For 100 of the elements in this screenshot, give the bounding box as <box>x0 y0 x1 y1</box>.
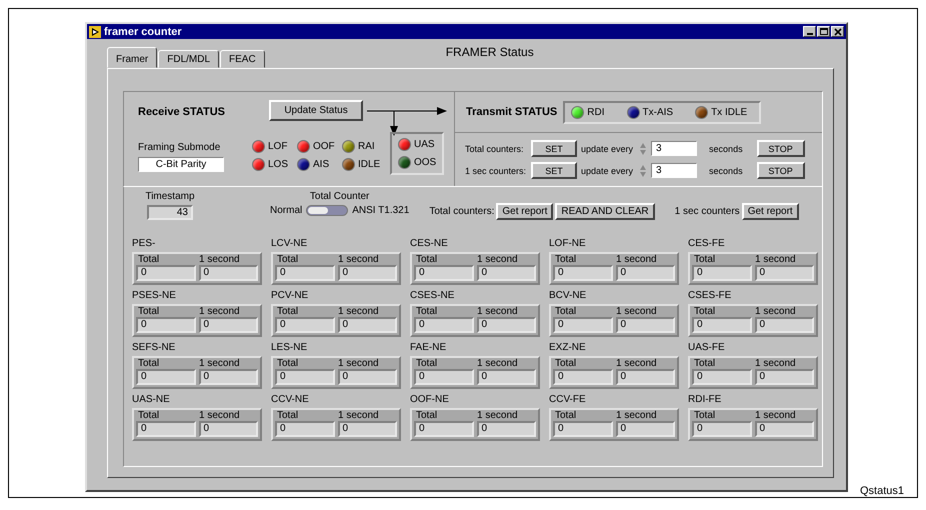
lamp-label: OOS <box>414 157 436 168</box>
counter-name: LCV-NE <box>271 238 308 249</box>
column-label: 1 second <box>754 410 797 421</box>
field-label: update every <box>581 166 634 176</box>
column-label: Total <box>554 306 578 317</box>
counter-name: CES-NE <box>410 238 449 249</box>
counter-name: PCV-NE <box>271 290 310 301</box>
one-second-field: 0 <box>338 265 397 281</box>
report-button[interactable]: Get report <box>742 203 799 220</box>
one-second-field: 0 <box>754 421 814 437</box>
counter-name: LOF-NE <box>549 238 587 249</box>
column-label: Total <box>415 410 438 421</box>
minimize-button[interactable] <box>803 26 816 37</box>
figure-caption: Qstatus1 <box>858 485 906 497</box>
row-label: Total counters: <box>429 206 494 217</box>
maximize-button[interactable] <box>817 26 830 37</box>
counter-name: LES-NE <box>271 342 308 353</box>
panel-heading: FRAMER Status <box>446 45 534 59</box>
row-label: 1 sec counters: <box>465 166 527 176</box>
one-second-field: 0 <box>476 369 536 385</box>
close-button[interactable] <box>831 26 844 37</box>
one-second-field: 0 <box>616 265 675 281</box>
one-second-field: 0 <box>198 421 258 437</box>
total-field: 0 <box>553 265 612 281</box>
total-field: 0 <box>692 265 752 281</box>
tab[interactable]: FEAC <box>220 50 265 68</box>
total-field: 0 <box>692 369 752 385</box>
report-button[interactable]: READ AND CLEAR <box>555 203 655 220</box>
report-button[interactable]: Get report <box>496 203 554 220</box>
timestamp-field: 43 <box>147 205 193 220</box>
set-button[interactable]: SET <box>531 140 577 157</box>
tab[interactable]: FDL/MDL <box>158 50 220 68</box>
lamp-label: LOF <box>268 141 288 152</box>
column-label: 1 second <box>337 254 380 265</box>
one-second-field: 0 <box>616 369 675 385</box>
column-label: Total <box>276 358 300 369</box>
counter-name: EXZ-NE <box>549 342 587 353</box>
total-field: 0 <box>414 369 474 385</box>
column-label: 1 second <box>615 306 658 317</box>
counter-name: CSES-FE <box>688 290 732 301</box>
column-label: 1 second <box>476 410 519 421</box>
field-label: Total Counter <box>310 191 370 202</box>
column-label: Total <box>137 306 160 317</box>
total-field: 0 <box>414 317 474 333</box>
column-label: 1 second <box>337 358 380 369</box>
one-second-field: 0 <box>338 369 397 385</box>
total-field: 0 <box>275 265 334 281</box>
counter-name: CCV-FE <box>549 394 587 405</box>
column-label: Total <box>137 358 160 369</box>
column-label: Total <box>415 306 438 317</box>
counter-name: PSES-NE <box>132 290 177 301</box>
total-field: 0 <box>136 421 196 437</box>
number-field[interactable]: 3 <box>651 163 698 178</box>
switch-label: ANSI T1.321 <box>352 205 410 216</box>
counter-name: CES-FE <box>688 238 726 249</box>
lamp-label: RAI <box>358 141 375 152</box>
unit-label: seconds <box>709 166 743 176</box>
column-label: 1 second <box>754 358 797 369</box>
lamp-label: IDLE <box>358 159 380 170</box>
one-second-field: 0 <box>198 265 258 281</box>
one-second-field: 0 <box>616 317 675 333</box>
one-second-field: 0 <box>476 421 536 437</box>
lamp-label: Tx-AIS <box>642 106 674 118</box>
column-label: 1 second <box>476 306 519 317</box>
section-title: Receive STATUS <box>138 106 226 118</box>
one-second-field: 0 <box>338 421 397 437</box>
column-label: Total <box>693 306 716 317</box>
counter-name: UAS-FE <box>688 342 726 353</box>
total-field: 0 <box>275 421 334 437</box>
lamp-label: Tx IDLE <box>711 106 748 118</box>
total-field: 0 <box>553 369 612 385</box>
column-label: 1 second <box>476 254 519 265</box>
column-label: 1 second <box>198 358 241 369</box>
row-label: Total counters: <box>465 144 525 154</box>
field-label: Timestamp <box>145 191 195 202</box>
counter-name: SEFS-NE <box>132 342 176 353</box>
number-field[interactable]: 3 <box>651 141 698 156</box>
stop-button[interactable]: STOP <box>756 140 805 157</box>
lamp-label: RDI <box>587 106 605 118</box>
toggle-switch[interactable] <box>306 205 348 216</box>
total-field: 0 <box>136 265 196 281</box>
counter-name: BCV-NE <box>549 290 588 301</box>
total-field: 0 <box>136 369 196 385</box>
set-button[interactable]: SET <box>531 162 577 179</box>
column-label: 1 second <box>198 306 241 317</box>
one-second-field: 0 <box>754 317 814 333</box>
stop-button[interactable]: STOP <box>756 162 805 179</box>
tab[interactable]: Framer <box>107 47 158 68</box>
column-label: Total <box>276 254 300 265</box>
column-label: 1 second <box>754 306 797 317</box>
one-second-field: 0 <box>616 421 675 437</box>
column-label: 1 second <box>337 306 380 317</box>
update-status-button[interactable]: Update Status <box>269 100 364 121</box>
one-second-field: 0 <box>198 317 258 333</box>
one-second-field: 0 <box>476 317 536 333</box>
column-label: 1 second <box>615 358 658 369</box>
counter-name: OOF-NE <box>410 394 450 405</box>
column-label: Total <box>693 358 716 369</box>
column-label: Total <box>276 306 300 317</box>
column-label: Total <box>554 410 578 421</box>
